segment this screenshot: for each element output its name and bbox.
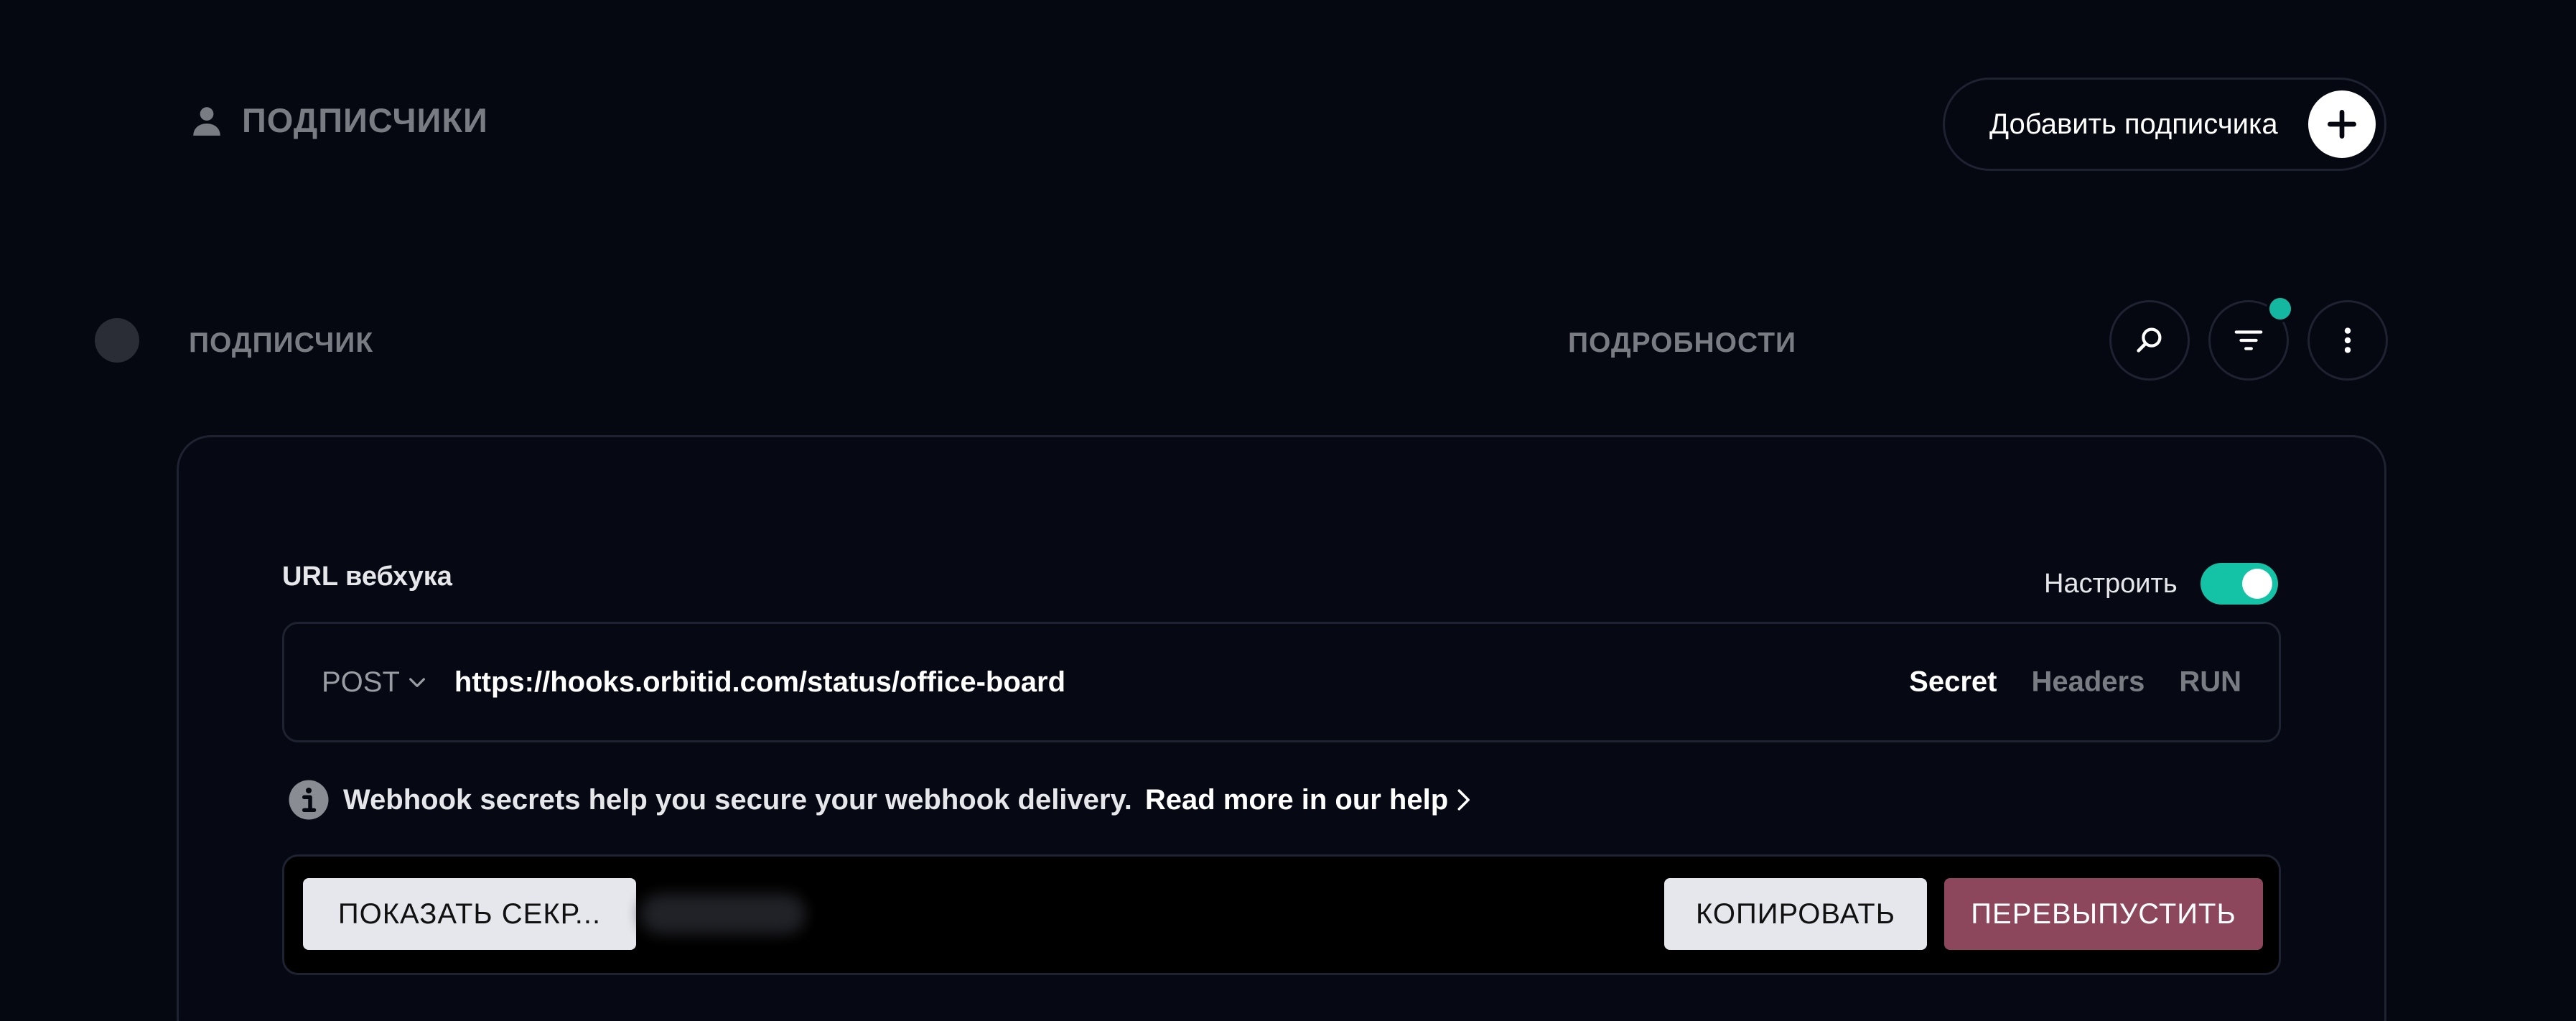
page-title: ПОДПИСЧИКИ — [242, 101, 488, 139]
filter-icon — [2232, 324, 2265, 357]
webhook-url-value[interactable]: https://hooks.orbitid.com/status/office-… — [454, 666, 1065, 699]
page-header: ПОДПИСЧИКИ — [189, 101, 488, 140]
search-icon — [2133, 324, 2166, 357]
secret-field: ПОКАЗАТЬ СЕКР... КОПИРОВАТЬ ПЕРЕВЫПУСТИТ… — [282, 854, 2281, 975]
person-icon — [189, 103, 225, 139]
http-method-select[interactable]: POST — [322, 666, 429, 699]
tab-secret[interactable]: Secret — [1909, 666, 1997, 699]
more-options-button[interactable] — [2307, 300, 2388, 381]
plus-icon — [2308, 90, 2376, 158]
copy-button[interactable]: КОПИРОВАТЬ — [1664, 878, 1927, 950]
help-link[interactable]: Read more in our help — [1145, 784, 1474, 816]
webhook-tabs: Secret Headers RUN — [1909, 666, 2241, 699]
select-all-checkbox[interactable] — [95, 318, 139, 363]
show-secret-button[interactable]: ПОКАЗАТЬ СЕКР... — [303, 878, 636, 950]
help-link-label: Read more in our help — [1144, 783, 1449, 816]
configure-toggle-group: Настроить — [2044, 563, 2278, 605]
add-subscriber-label: Добавить подписчика — [1989, 108, 2278, 140]
secret-masked-value — [640, 894, 806, 934]
tab-headers[interactable]: Headers — [2031, 666, 2145, 699]
info-icon — [287, 778, 330, 821]
configure-label: Настроить — [2044, 568, 2178, 599]
filter-button[interactable] — [2208, 295, 2294, 381]
chevron-down-icon — [406, 671, 429, 694]
tab-run[interactable]: RUN — [2179, 666, 2241, 699]
chevron-right-icon — [1452, 788, 1474, 812]
add-subscriber-button[interactable]: Добавить подписчика — [1943, 78, 2386, 171]
filter-active-badge — [2267, 295, 2294, 322]
http-method-value: POST — [322, 666, 400, 698]
configure-toggle[interactable] — [2200, 563, 2278, 605]
column-header-subscriber[interactable]: ПОДПИСЧИК — [189, 327, 373, 359]
column-header-details[interactable]: ПОДРОБНОСТИ — [1568, 327, 1796, 359]
webhook-url-label: URL вебхука — [282, 561, 452, 592]
toggle-knob — [2241, 569, 2272, 599]
search-button[interactable] — [2109, 300, 2190, 381]
more-vertical-icon — [2331, 324, 2364, 357]
reissue-button[interactable]: ПЕРЕВЫПУСТИТЬ — [1944, 878, 2263, 950]
webhook-info-text: Webhook secrets help you secure your web… — [343, 783, 1132, 816]
webhook-url-field[interactable]: POST https://hooks.orbitid.com/status/of… — [282, 622, 2281, 742]
webhook-info: Webhook secrets help you secure your web… — [287, 778, 1474, 821]
